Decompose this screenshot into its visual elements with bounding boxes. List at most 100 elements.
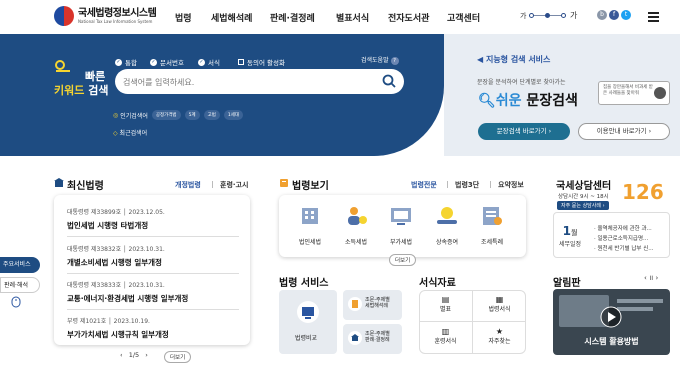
hero-title-search: 검색: [88, 84, 109, 97]
slider-handle[interactable]: [545, 13, 550, 18]
main-service-button[interactable]: 주요서비스: [0, 257, 40, 273]
article-interpretation-label: 조문-주제별 세법해석례: [365, 297, 390, 309]
material-label: 훈령서식: [434, 338, 457, 345]
help-icon: ?: [390, 57, 399, 65]
popular-tag[interactable]: 5계: [184, 110, 200, 120]
building-icon: [54, 178, 64, 187]
law-meta: 대통령령 제33899호 │ 2023.12.05.: [67, 209, 165, 216]
tab-full-text[interactable]: 법령전문: [411, 180, 437, 190]
play-icon[interactable]: [600, 306, 622, 328]
nav-forms[interactable]: 별표서식: [336, 11, 369, 24]
law-label: 상속증여: [435, 239, 459, 246]
option-integrated[interactable]: ✓ 통합: [115, 57, 137, 67]
search-icon: [654, 87, 666, 99]
material-frequent[interactable]: ★ 자주찾는: [473, 322, 526, 353]
logo[interactable]: 국세법령정보시스템 National Tax Law Information S…: [54, 6, 157, 26]
popular-keywords: ◎ 인기검색어 공정가격법 5계 고법 1세대: [113, 110, 244, 120]
popular-tag[interactable]: 공정가격법: [151, 110, 181, 120]
nav-interpretations[interactable]: 세법해석례: [211, 11, 252, 24]
menu-icon[interactable]: [648, 12, 659, 22]
check-icon: ✓: [150, 58, 157, 66]
label-line: 판례·결정례: [365, 337, 390, 343]
usage-guide-button[interactable]: 이용안내 바로가기 ›: [578, 123, 670, 140]
nav-library[interactable]: 전자도서관: [388, 11, 429, 24]
popular-tag[interactable]: 고법: [203, 110, 220, 120]
inheritance-icon: [437, 207, 457, 224]
precedent-button[interactable]: 판례·해석: [0, 277, 40, 293]
logo-emblem-icon: [54, 6, 74, 26]
facebook-icon[interactable]: f: [609, 10, 619, 20]
law-meta: 대통령령 제33833호 │ 2023.10.31.: [67, 282, 165, 289]
vat-icon: [391, 208, 411, 225]
page-indicator: 1/5: [128, 351, 140, 359]
material-appendix[interactable]: ▤ 별표: [419, 290, 472, 321]
list-item[interactable]: 대통령령 제33899호 │ 2023.12.05. 법인세법 시행령 타법개정: [67, 207, 165, 231]
sentence-search-button[interactable]: 문장검색 바로가기 ›: [478, 123, 570, 140]
scroll-mouse-icon: [11, 296, 21, 308]
materials-title: 서식자료: [419, 278, 456, 289]
search-input[interactable]: 검색어를 입력하세요.: [115, 69, 404, 94]
schedule-item[interactable]: · 원천세 반기별 납부 신...: [594, 244, 654, 252]
compare-icon: [297, 301, 319, 323]
law-label: 소득세법: [344, 239, 368, 246]
pause-icon[interactable]: ॥: [649, 274, 653, 282]
twitter-icon[interactable]: t: [621, 10, 631, 20]
next-icon[interactable]: ›: [145, 351, 148, 359]
tab-notices[interactable]: 훈령·고시: [220, 180, 248, 190]
popular-tag[interactable]: 1세대: [223, 110, 244, 120]
law-special-tax[interactable]: 조세특례: [472, 205, 512, 246]
list-item[interactable]: 대통령령 제33833호 │ 2023.10.31. 교통·에너지·환경세법 시행…: [67, 280, 188, 304]
tab-divider: [490, 181, 491, 188]
schedule-item[interactable]: · 올역체공자에 관한 과...: [594, 224, 652, 232]
faq-link-button[interactable]: 자주 묻는 상담사례 ›: [557, 201, 609, 210]
tab-divider: [212, 181, 213, 188]
prev-icon[interactable]: ‹: [644, 274, 647, 282]
search-help[interactable]: 검색도움말?: [361, 55, 399, 65]
divider: [67, 273, 239, 274]
option-docnum[interactable]: ✓ 문서번호: [150, 57, 184, 67]
tab-three-column[interactable]: 법령3단: [455, 180, 479, 190]
recent-keywords[interactable]: ◇ 최근검색어: [113, 128, 147, 137]
divider: [67, 236, 239, 237]
notice-banner[interactable]: 시스템 활용방법: [553, 289, 670, 355]
prev-icon[interactable]: ‹: [120, 351, 123, 359]
month-unit: 월: [570, 229, 578, 237]
hero-title-fast: 빠른: [85, 70, 106, 83]
law-vat[interactable]: 부가세법: [381, 205, 421, 246]
font-size-slider[interactable]: [529, 13, 566, 18]
tab-summary[interactable]: 요약정보: [498, 180, 524, 190]
law-viewer-more-button[interactable]: 더보기: [389, 254, 417, 266]
search-icon[interactable]: [382, 74, 396, 88]
law-service-title: 법령 서비스: [279, 278, 329, 289]
material-directive-forms[interactable]: ▥ 훈령서식: [419, 322, 472, 353]
latest-more-button[interactable]: 더보기: [164, 351, 192, 363]
book-icon: [280, 179, 288, 187]
law-corporate-tax[interactable]: 법인세법: [290, 205, 330, 246]
tab-amended[interactable]: 개정법령: [175, 180, 201, 190]
law-viewer-title: 법령보기: [292, 181, 329, 192]
law-inheritance[interactable]: 상속증여: [427, 205, 467, 246]
blog-icon[interactable]: b: [597, 10, 607, 20]
option-label: 통합: [125, 59, 137, 67]
nav-laws[interactable]: 법령: [175, 11, 192, 24]
next-icon[interactable]: ›: [655, 274, 658, 282]
font-small-label[interactable]: 가: [520, 11, 526, 21]
list-item[interactable]: 대통령령 제33832호 │ 2023.10.31. 개별소비세법 시행령 일부개…: [67, 244, 165, 268]
law-income-tax[interactable]: 소득세법: [336, 205, 376, 246]
option-forms[interactable]: ✓ 서식: [198, 57, 220, 67]
pager: ‹ 1/5 ›: [120, 351, 148, 359]
logo-title: 국세법령정보시스템: [78, 7, 157, 19]
schedule-item[interactable]: · 일용근로소득지급명...: [594, 234, 648, 242]
font-large-label[interactable]: 가: [570, 10, 577, 21]
material-law-forms[interactable]: ▦ 법령서식: [473, 290, 526, 321]
nav-precedents[interactable]: 판례·결정례: [270, 11, 315, 24]
slider-stop: [529, 13, 534, 18]
material-label: 자주찾는: [488, 338, 511, 345]
law-label: 부가세법: [389, 239, 413, 246]
list-item[interactable]: 부령 제1021호 │ 2023.10.19. 부가가치세법 시행규칙 일부개정: [67, 316, 169, 340]
option-synonym[interactable]: 동의어 활성화: [238, 57, 285, 67]
nav-support[interactable]: 고객센터: [447, 11, 480, 24]
popular-label: 인기검색어: [120, 112, 148, 120]
option-label: 동의어 활성화: [247, 59, 285, 67]
option-label: 문서번호: [160, 59, 184, 67]
